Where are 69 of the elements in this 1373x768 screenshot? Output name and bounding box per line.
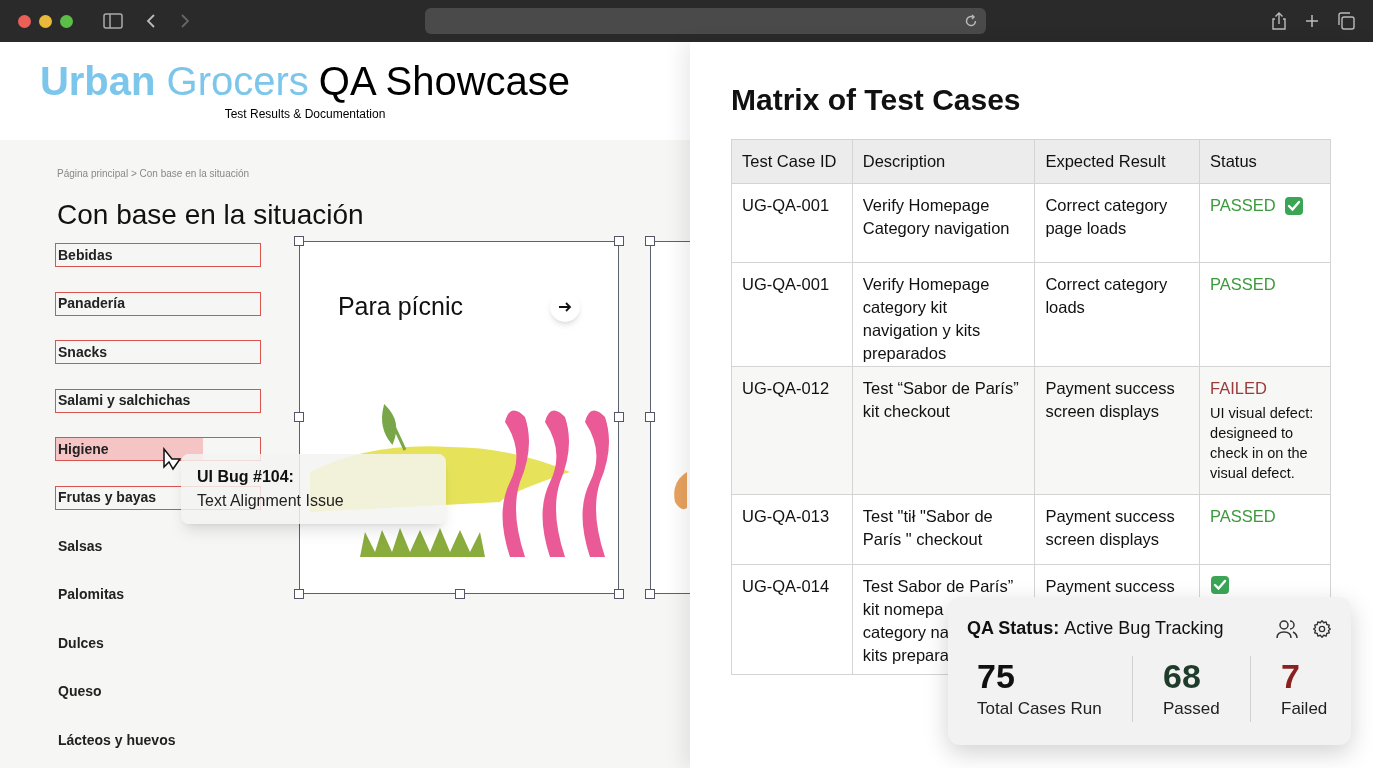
forward-icon[interactable] [179, 13, 191, 29]
sidebar-icon[interactable] [103, 13, 123, 29]
table-cell: UG-QA-001 [731, 262, 853, 367]
check-icon [1210, 575, 1231, 595]
table-cell: Correct category loads [1034, 262, 1200, 367]
table-cell: Payment success screen displays [1034, 366, 1200, 495]
category-item[interactable]: Panadería [55, 291, 261, 316]
category-item[interactable]: Snacks [55, 340, 261, 364]
tabs-icon[interactable] [1337, 12, 1355, 30]
reload-icon[interactable] [964, 14, 978, 28]
section-heading: Con base en la situación [57, 198, 365, 232]
brand-name: Urban Grocers [39, 58, 309, 104]
category-item[interactable]: Lácteos y huevos [55, 728, 261, 752]
share-icon[interactable] [1271, 12, 1287, 30]
category-item[interactable]: Queso [55, 679, 261, 704]
table-cell: Test “Sabor de París” kit checkout [852, 366, 1035, 495]
status-label: FAILED [1210, 378, 1267, 399]
table-cell: Verify Homepage category kit navigation y kits preparados [852, 262, 1035, 367]
category-item[interactable]: Dulces [55, 631, 261, 655]
resize-handle[interactable] [614, 589, 625, 599]
category-item[interactable]: Palomitas [55, 582, 261, 607]
category-item[interactable]: Salami y salchichas [55, 388, 261, 413]
stat-label: Passed [1163, 698, 1221, 720]
users-icon[interactable] [1276, 618, 1298, 639]
table-cell: UG-QA-001 [731, 183, 853, 263]
resize-handle[interactable] [645, 412, 656, 422]
status-label: PASSED [1210, 506, 1276, 527]
table-cell: Payment success screen displays [1034, 494, 1200, 565]
column-header: Status [1199, 139, 1331, 184]
table-cell: Verify Homepage Category navigation [852, 183, 1035, 263]
resize-handle[interactable] [645, 236, 656, 246]
status-label: PASSED [1210, 274, 1276, 295]
resize-handle[interactable] [614, 236, 625, 246]
page-subtitle: Test Results & Documentation [224, 106, 386, 123]
table-cell: Correct category page loads [1034, 183, 1200, 263]
resize-handle[interactable] [293, 412, 304, 422]
resize-handle[interactable] [614, 412, 625, 422]
resize-handle[interactable] [454, 589, 465, 599]
card-title: Para pícnic [337, 291, 463, 322]
check-icon [1283, 195, 1304, 216]
plus-icon[interactable] [1305, 14, 1319, 28]
column-header: Description [852, 139, 1035, 184]
category-item[interactable]: Bebidas [55, 243, 261, 267]
breadcrumb: Página principal > Con base en la situación [57, 168, 251, 180]
stat-value: 7 [1281, 656, 1301, 696]
status-note: UI visual defect: designeed to check in on the visual defect. [1210, 404, 1315, 483]
table-cell: UG-QA-012 [731, 366, 853, 495]
minimize-window-button[interactable] [39, 14, 52, 28]
resize-handle[interactable] [293, 236, 304, 246]
table-cell: UG-QA-013 [731, 494, 853, 565]
panel-title: Matrix of Test Cases [731, 82, 1022, 118]
arrow-button[interactable] [550, 291, 581, 322]
stat-label: Failed [1281, 698, 1328, 720]
category-item[interactable]: Salsas [55, 534, 261, 558]
close-window-button[interactable] [18, 14, 31, 28]
tooltip-title: UI Bug #104: [197, 467, 295, 487]
status-label: PASSED [1210, 195, 1276, 216]
page-title: QA Showcase [318, 58, 571, 104]
resize-handle[interactable] [645, 589, 656, 599]
column-header: Expected Result [1034, 139, 1200, 184]
maximize-window-button[interactable] [60, 14, 73, 28]
cursor-icon [162, 447, 182, 471]
table-cell: UG-QA-014 [731, 564, 853, 675]
resize-handle[interactable] [293, 589, 304, 599]
settings-icon[interactable] [1312, 618, 1332, 639]
table-cell: Test "tił "Sabor de París " checkout [852, 494, 1035, 565]
back-icon[interactable] [145, 13, 157, 29]
stat-label: Total Cases Run [977, 698, 1103, 720]
column-header: Test Case ID [731, 139, 853, 184]
